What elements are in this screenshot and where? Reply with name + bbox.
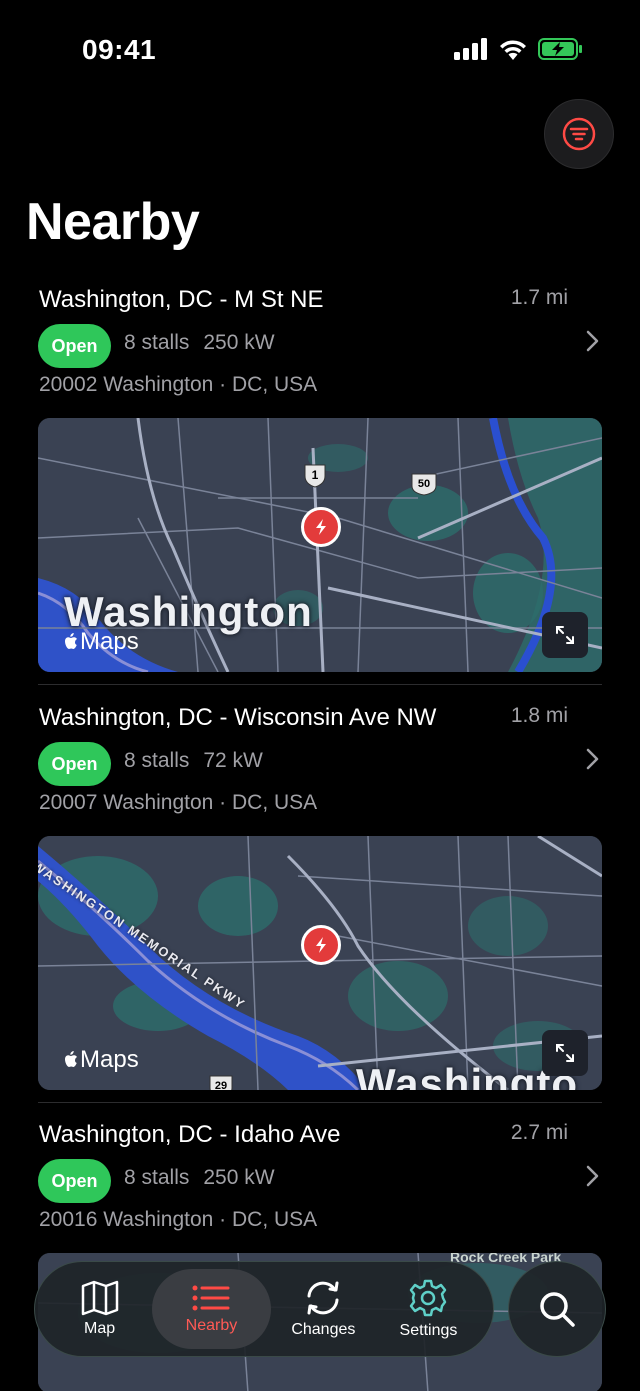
tab-map[interactable]: Map (47, 1269, 152, 1349)
status-badge: Open (38, 324, 111, 368)
station-meta: 8 stalls 250 kW (124, 331, 289, 355)
route-shield-icon: 1 (304, 464, 326, 488)
gear-icon (410, 1279, 447, 1317)
chevron-right-icon (586, 330, 599, 352)
search-icon (540, 1292, 575, 1327)
apple-maps-attribution: Maps (62, 1046, 139, 1074)
route-shield-icon: 29 (209, 1075, 233, 1090)
apple-logo-icon (65, 633, 77, 649)
battery-charging-icon (538, 38, 582, 60)
station-map[interactable]: Washington 1 50 Maps (38, 418, 602, 672)
station-address: 20007 Washington · DC, USA (39, 791, 318, 814)
tab-label: Map (83, 1320, 116, 1337)
station-name: Washington, DC - Wisconsin Ave NW (39, 704, 437, 731)
station-distance: 1.8 mi (510, 704, 568, 727)
lightning-bolt-icon (316, 937, 326, 953)
station-address: 20016 Washington · DC, USA (39, 1208, 318, 1231)
status-badge: Open (38, 742, 111, 786)
stall-count: 8 stalls (124, 331, 190, 354)
expand-map-button[interactable] (542, 612, 588, 658)
tab-label: Nearby (185, 1317, 238, 1334)
maps-label: Maps (80, 628, 139, 655)
charging-power: 250 kW (203, 331, 275, 354)
expand-icon (556, 626, 574, 644)
station-map[interactable]: WASHINGTON MEMORIAL PKWY Washingto 29 Ma… (38, 836, 602, 1090)
tab-settings[interactable]: Settings (376, 1269, 481, 1349)
expand-map-button[interactable] (542, 1030, 588, 1076)
status-badge: Open (38, 1159, 111, 1203)
expand-icon (556, 1044, 574, 1062)
lightning-bolt-icon (316, 519, 326, 535)
apple-logo-icon (65, 1051, 77, 1067)
chevron-right-icon (586, 1165, 599, 1187)
tab-label: Settings (399, 1322, 458, 1339)
divider (38, 1102, 602, 1103)
route-shield-icon: 50 (411, 473, 437, 496)
station-distance: 2.7 mi (510, 1121, 568, 1144)
filter-button[interactable] (544, 99, 614, 169)
status-icons (454, 38, 584, 60)
stall-count: 8 stalls (124, 749, 190, 772)
tab-nearby[interactable]: Nearby (152, 1269, 271, 1349)
status-bar: 09:41 (0, 0, 640, 100)
wifi-icon (500, 40, 526, 60)
cellular-signal-icon (454, 38, 487, 60)
station-meta: 8 stalls 250 kW (124, 1166, 289, 1190)
stall-count: 8 stalls (124, 1166, 190, 1189)
maps-label: Maps (80, 1046, 139, 1073)
filter-icon (562, 117, 596, 151)
tab-changes[interactable]: Changes (271, 1269, 376, 1349)
station-name: Washington, DC - M St NE (39, 286, 324, 313)
station-address: 20002 Washington · DC, USA (39, 373, 318, 396)
search-button[interactable] (508, 1261, 606, 1357)
tab-label: Changes (291, 1321, 356, 1338)
route-shield-label: 1 (312, 468, 319, 482)
list-icon (192, 1285, 230, 1311)
map-icon (81, 1280, 118, 1316)
status-time: 09:41 (82, 34, 157, 65)
apple-maps-attribution: Maps (62, 628, 139, 656)
charger-pin[interactable] (301, 925, 341, 965)
chevron-right-icon (586, 748, 599, 770)
route-shield-label: 50 (418, 478, 430, 490)
route-shield-label: 29 (215, 1080, 227, 1090)
station-distance: 1.7 mi (510, 286, 568, 309)
tab-bar: Map Nearby Changes Settings (34, 1261, 494, 1357)
refresh-icon (307, 1281, 339, 1315)
divider (38, 684, 602, 685)
charger-pin[interactable] (301, 507, 341, 547)
station-name: Washington, DC - Idaho Ave (39, 1121, 341, 1148)
station-meta: 8 stalls 72 kW (124, 749, 277, 773)
page-title: Nearby (26, 193, 200, 251)
charging-power: 72 kW (203, 749, 263, 772)
charging-power: 250 kW (203, 1166, 275, 1189)
